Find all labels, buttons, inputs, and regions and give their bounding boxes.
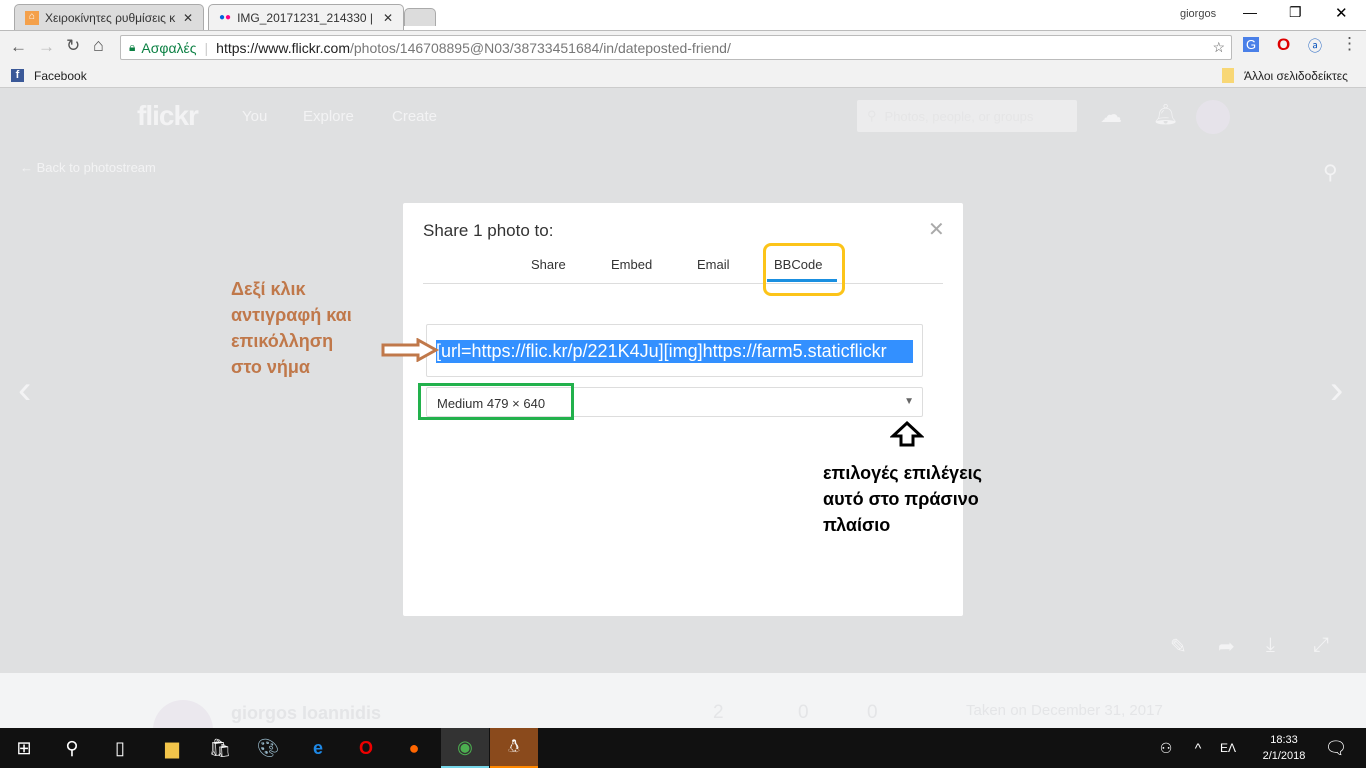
url-host: https://www.flickr.com bbox=[216, 39, 350, 56]
next-photo-icon[interactable]: › bbox=[1330, 368, 1343, 413]
search-icon[interactable]: ⚲ bbox=[1323, 160, 1338, 185]
annotation-line: αντιγραφή και bbox=[231, 305, 352, 325]
bbcode-field[interactable]: [url=https://flic.kr/p/221K4Ju][img]http… bbox=[426, 324, 923, 377]
faves-count: 0 bbox=[798, 702, 809, 723]
language-indicator[interactable]: ΕΛ bbox=[1208, 728, 1248, 768]
chrome-icon[interactable]: ◉ bbox=[441, 728, 489, 768]
owner-name[interactable]: giorgos Ioannidis bbox=[231, 703, 381, 724]
nav-create[interactable]: Create bbox=[392, 108, 437, 125]
home-icon: ⌂ bbox=[25, 10, 39, 25]
store-icon[interactable]: 🛍︎ bbox=[196, 728, 244, 768]
views-count: 2 bbox=[713, 702, 724, 723]
bell-icon[interactable]: 🔔︎ bbox=[1153, 102, 1178, 127]
dialog-title: Share 1 photo to: bbox=[423, 221, 554, 240]
nav-you[interactable]: You bbox=[242, 108, 267, 125]
forward-icon[interactable]: → bbox=[38, 37, 55, 57]
tab-share[interactable]: Share bbox=[531, 257, 566, 272]
bbcode-text[interactable]: [url=https://flic.kr/p/221K4Ju][img]http… bbox=[436, 340, 913, 363]
lock-icon: 🔒︎ bbox=[129, 40, 136, 54]
taskbar: ⊞ ⚲ ▯ ▆ 🛍︎ 🎨︎ e O ● ◉ 🐧︎ ⚇ ^ ΕΛ 18:33 2/… bbox=[0, 728, 1366, 768]
annotation-line: Δεξί κλικ bbox=[231, 279, 306, 299]
close-icon[interactable]: ✕ bbox=[383, 11, 393, 25]
nav-explore[interactable]: Explore bbox=[303, 108, 354, 125]
annotation-line: πλαίσιο bbox=[823, 515, 891, 535]
url-path: /photos/146708895@N03/38733451684/in/dat… bbox=[349, 39, 731, 56]
arrow-up-icon bbox=[890, 420, 924, 447]
prev-photo-icon[interactable]: ‹ bbox=[18, 368, 31, 413]
restore-button[interactable]: ❐ bbox=[1289, 4, 1302, 21]
annotation-right: επιλογές επιλέγεις αυτό στο πράσινο πλαί… bbox=[823, 460, 982, 538]
edge-icon[interactable]: e bbox=[294, 728, 342, 768]
file-explorer-icon[interactable]: ▆ bbox=[148, 728, 196, 768]
other-bookmarks[interactable]: Άλλοι σελιδοδείκτες bbox=[1244, 69, 1348, 83]
flickr-logo[interactable]: flickr bbox=[137, 100, 199, 132]
tab-flickr[interactable]: ●● IMG_20171231_214330 | ✕ bbox=[208, 4, 404, 30]
upload-icon[interactable]: ☁ bbox=[1100, 102, 1122, 128]
bookmarks-bar: f Facebook Άλλοι σελιδοδείκτες bbox=[0, 64, 1366, 88]
clock[interactable]: 18:33 2/1/2018 bbox=[1256, 732, 1312, 764]
annotation-left: Δεξί κλικ αντιγραφή και επικόλληση στο ν… bbox=[231, 276, 352, 380]
reload-icon[interactable]: ↻ bbox=[66, 36, 80, 56]
tab-email[interactable]: Email bbox=[697, 257, 730, 272]
close-window-button[interactable]: ✕ bbox=[1335, 4, 1348, 22]
address-bar[interactable]: 🔒︎ Ασφαλές | https://www.flickr.com /pho… bbox=[120, 35, 1232, 60]
qq-icon[interactable]: 🐧︎ bbox=[490, 728, 538, 768]
translate-icon[interactable]: G bbox=[1243, 37, 1260, 52]
tab-settings[interactable]: ⌂ Χειροκίνητες ρυθμίσεις κ ✕ bbox=[14, 4, 204, 30]
notifications-icon[interactable]: 🗨︎ bbox=[1312, 728, 1360, 768]
extension-icon[interactable]: ⓐ bbox=[1308, 36, 1322, 56]
close-icon[interactable]: ✕ bbox=[183, 11, 193, 25]
close-icon[interactable]: ✕ bbox=[928, 217, 945, 242]
firefox-icon[interactable]: ● bbox=[390, 728, 438, 768]
menu-icon[interactable]: ⋮ bbox=[1341, 34, 1358, 54]
search-placeholder: Photos, people, or groups bbox=[884, 108, 1034, 124]
highlight-box-green bbox=[418, 383, 574, 420]
share-dialog: Share 1 photo to: ✕ Share Embed Email BB… bbox=[403, 203, 963, 616]
download-icon[interactable]: ⤓ bbox=[1266, 634, 1275, 657]
edit-icon[interactable]: ✎ bbox=[1170, 634, 1187, 659]
clock-time: 18:33 bbox=[1270, 734, 1298, 746]
avatar[interactable] bbox=[1196, 100, 1230, 134]
divider bbox=[423, 283, 943, 284]
back-icon[interactable]: ← bbox=[10, 37, 27, 57]
flickr-search-input[interactable]: ⚲ Photos, people, or groups bbox=[857, 100, 1077, 132]
fullscreen-icon[interactable]: ⤢ bbox=[1313, 634, 1329, 657]
new-tab-button[interactable] bbox=[404, 8, 436, 26]
tab-title: IMG_20171231_214330 | bbox=[237, 10, 373, 25]
arrow-right-icon bbox=[381, 338, 440, 362]
annotation-line: επικόλληση bbox=[231, 331, 334, 351]
annotation-line: επιλογές επιλέγεις bbox=[823, 463, 982, 483]
back-label: Back to photostream bbox=[36, 160, 156, 175]
clock-date: 2/1/2018 bbox=[1262, 750, 1306, 762]
secure-label: Ασφαλές bbox=[141, 39, 197, 56]
facebook-icon: f bbox=[11, 69, 24, 82]
back-to-photostream[interactable]: ← Back to photostream bbox=[20, 160, 156, 175]
profile-name[interactable]: giorgos bbox=[1180, 8, 1216, 20]
comments-count: 0 bbox=[867, 702, 878, 723]
opera-icon[interactable]: O bbox=[1277, 35, 1290, 55]
start-button[interactable]: ⊞ bbox=[0, 728, 48, 768]
home-icon[interactable]: ⌂ bbox=[93, 35, 104, 56]
minimize-button[interactable]: — bbox=[1243, 4, 1257, 20]
tab-title: Χειροκίνητες ρυθμίσεις κ bbox=[45, 10, 176, 25]
task-view-icon[interactable]: ▯ bbox=[96, 728, 144, 768]
chevron-down-icon: ▼ bbox=[904, 396, 914, 407]
annotation-line: αυτό στο πράσινο bbox=[823, 489, 979, 509]
flickr-favicon-icon: ●● bbox=[219, 12, 232, 23]
bookmark-facebook[interactable]: Facebook bbox=[34, 69, 87, 83]
taken-date: Taken on December 31, 2017 bbox=[966, 702, 1163, 719]
tab-embed[interactable]: Embed bbox=[611, 257, 652, 272]
arrow-left-icon: ← bbox=[20, 160, 37, 175]
search-icon: ⚲ bbox=[867, 108, 877, 123]
opera-icon[interactable]: O bbox=[342, 728, 390, 768]
star-icon[interactable]: ☆ bbox=[1212, 39, 1225, 56]
paint-icon[interactable]: 🎨︎ bbox=[244, 728, 292, 768]
folder-icon bbox=[1222, 68, 1234, 83]
photo-info: giorgos Ioannidis 2 0 0 Taken on Decembe… bbox=[0, 673, 1366, 760]
tab-strip: ⌂ Χειροκίνητες ρυθμίσεις κ ✕ ●● IMG_2017… bbox=[0, 0, 1366, 30]
annotation-line: στο νήμα bbox=[231, 357, 310, 377]
search-icon[interactable]: ⚲ bbox=[48, 728, 96, 768]
share-icon[interactable]: ➦ bbox=[1218, 634, 1235, 659]
highlight-box-yellow bbox=[763, 243, 845, 296]
